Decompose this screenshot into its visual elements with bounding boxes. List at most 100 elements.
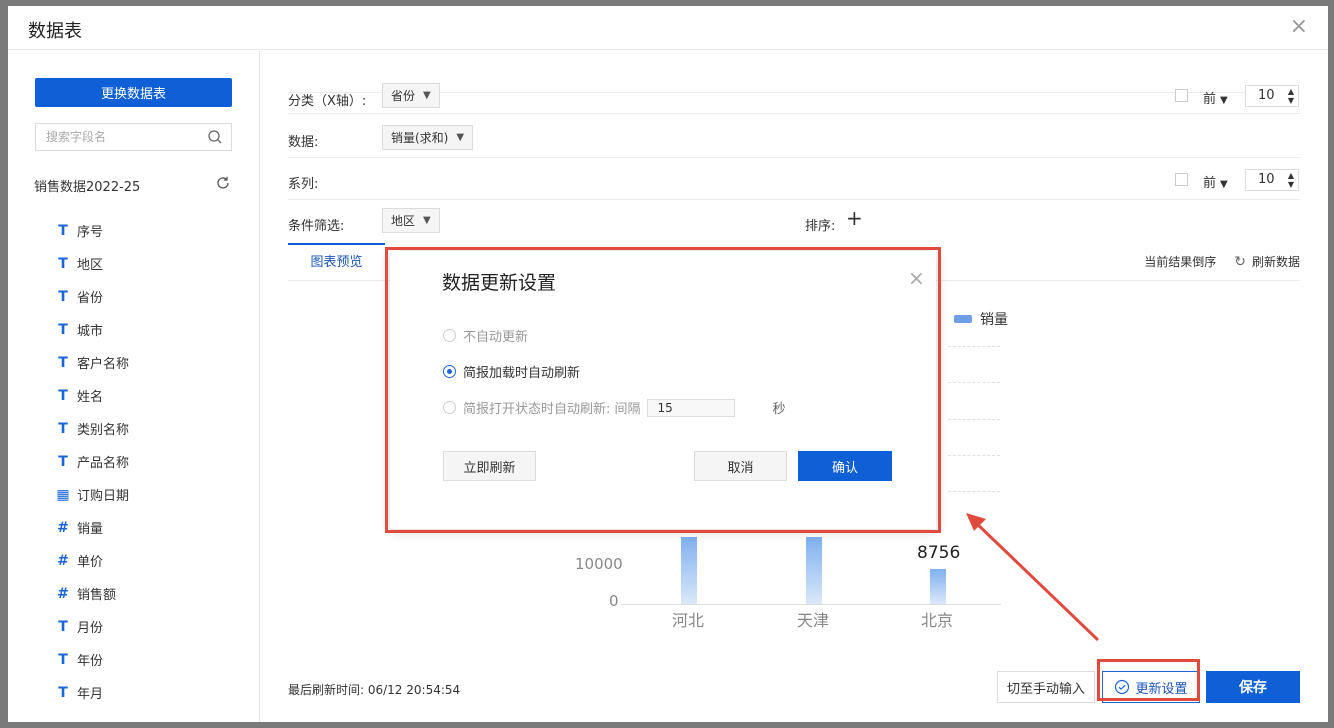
y-tick-label: 10000 — [575, 555, 623, 573]
x-tick-label: 天津 — [797, 611, 830, 630]
field-label: 年月 — [77, 687, 104, 702]
x-tick-label: 河北 — [672, 611, 705, 630]
data-label: 数据: — [288, 135, 319, 150]
stepper-arrows-icon[interactable]: ▲ ▼ — [1288, 171, 1294, 189]
text-field-icon: T — [58, 651, 68, 668]
search-input[interactable] — [36, 124, 196, 150]
tab-chart-preview[interactable]: 图表预览 — [288, 243, 385, 281]
field-item[interactable]: T 城市 — [56, 313, 246, 346]
text-field-icon: T — [58, 618, 68, 635]
series-label: 系列: — [288, 177, 319, 192]
chevron-down-icon: ▼ — [423, 215, 431, 226]
field-label: 月份 — [77, 621, 104, 636]
category-value: 省份 — [391, 89, 416, 103]
field-item[interactable]: T 月份 — [56, 610, 246, 643]
bar-data-label: 8756 — [917, 543, 961, 563]
change-table-button[interactable]: 更换数据表 — [35, 78, 232, 107]
field-label: 城市 — [77, 324, 104, 339]
data-dropdown[interactable]: 销量(求和) ▼ — [382, 125, 474, 150]
field-item[interactable]: ▦ 订购日期 — [56, 478, 246, 511]
chart-legend: 销量 — [954, 309, 1008, 329]
legend-label: 销量 — [980, 312, 1008, 328]
chevron-down-icon: ▼ — [423, 90, 431, 101]
x-tick-label: 北京 — [921, 611, 954, 630]
refresh-icon[interactable] — [215, 175, 231, 191]
stepper-arrows-icon[interactable]: ▲ ▼ — [1288, 87, 1294, 105]
close-icon[interactable]: × — [1290, 16, 1308, 38]
data-value: 销量(求和) — [391, 131, 449, 145]
field-item[interactable]: T 客户名称 — [56, 346, 246, 379]
chevron-down-icon: ▼ — [456, 132, 465, 143]
series-top-n-stepper[interactable]: 10 ▲ ▼ — [1245, 169, 1299, 191]
divider — [288, 157, 1300, 158]
category-row: 分类（X轴）: 省份 ▼ 前 ▼ 10 ▲ ▼ — [288, 51, 1300, 109]
category-dropdown[interactable]: 省份 ▼ — [382, 83, 440, 108]
add-sort-icon[interactable]: + — [846, 206, 863, 230]
field-label: 产品名称 — [77, 456, 130, 471]
bar-tianjin — [806, 537, 822, 604]
field-label: 省份 — [77, 291, 104, 306]
refresh-icon[interactable]: ↻ — [1234, 254, 1246, 270]
field-label: 年份 — [77, 654, 104, 669]
divider — [288, 113, 1300, 114]
chevron-down-icon: ▼ — [1220, 179, 1228, 190]
legend-swatch — [954, 315, 972, 323]
text-field-icon: T — [58, 684, 68, 701]
field-item[interactable]: T 省份 — [56, 280, 246, 313]
field-item[interactable]: T 类别名称 — [56, 412, 246, 445]
top-n-dropdown[interactable]: 前 ▼ — [1203, 88, 1228, 107]
number-field-icon: # — [57, 519, 69, 536]
field-label: 类别名称 — [77, 423, 130, 438]
filter-value: 地区 — [391, 214, 416, 228]
field-item[interactable]: # 单价 — [56, 544, 246, 577]
calendar-icon: ▦ — [56, 486, 70, 503]
filter-dropdown[interactable]: 地区 ▼ — [382, 208, 440, 233]
field-item[interactable]: T 姓名 — [56, 379, 246, 412]
dialog-title: 数据表 — [28, 21, 82, 42]
divider — [288, 199, 1300, 200]
top-n-stepper[interactable]: 10 ▲ ▼ — [1245, 85, 1299, 107]
field-item[interactable]: # 销量 — [56, 511, 246, 544]
dialog-header: 数据表 × — [8, 6, 1328, 50]
manual-input-button[interactable]: 切至手动输入 — [997, 671, 1095, 703]
gridline — [948, 382, 1000, 383]
search-icon[interactable] — [207, 129, 223, 145]
reverse-order-link[interactable]: 当前结果倒序 — [1144, 253, 1216, 270]
preview-actions: 当前结果倒序 ↻ 刷新数据 — [1130, 253, 1300, 270]
text-field-icon: T — [58, 387, 68, 404]
save-button[interactable]: 保存 — [1206, 671, 1300, 703]
text-field-icon: T — [58, 288, 68, 305]
field-panel: 更换数据表 销售数据2022-25 T序号T地区T省份T城市T客户名称T姓名T类… — [8, 51, 260, 722]
field-label: 序号 — [77, 225, 104, 240]
filter-label: 条件筛选: — [288, 219, 345, 234]
refresh-data-link[interactable]: 刷新数据 — [1252, 253, 1300, 270]
field-item[interactable]: T 地区 — [56, 247, 246, 280]
chevron-down-icon: ▼ — [1220, 95, 1228, 106]
field-label: 销售额 — [77, 588, 117, 603]
field-item[interactable]: # 销售额 — [56, 577, 246, 610]
top-n-checkbox[interactable] — [1175, 89, 1188, 102]
sort-label: 排序: — [805, 219, 836, 234]
series-top-n-checkbox[interactable] — [1175, 173, 1188, 186]
number-field-icon: # — [57, 585, 69, 602]
highlight-box-update-button — [1097, 659, 1200, 701]
text-field-icon: T — [58, 222, 68, 239]
text-field-icon: T — [58, 255, 68, 272]
text-field-icon: T — [58, 453, 68, 470]
field-item[interactable]: T 年月 — [56, 676, 246, 709]
field-item[interactable]: T 产品名称 — [56, 445, 246, 478]
field-item[interactable]: T 年份 — [56, 643, 246, 676]
highlight-box-modal — [385, 247, 941, 533]
field-item[interactable]: T 序号 — [56, 214, 246, 247]
field-list: T 序号 T 地区 T 省份 T 城市 T 客户名称 T 姓名 T 类别名称 T 产品名称 ▦ 订购日期 # 销量 # 单… — [56, 214, 246, 709]
field-label: 地区 — [77, 258, 104, 273]
gridline — [948, 419, 1000, 420]
bar-hebei — [681, 537, 697, 604]
text-field-icon: T — [58, 354, 68, 371]
text-field-icon: T — [58, 321, 68, 338]
last-refresh-time: 最后刷新时间: 06/12 20:54:54 — [288, 683, 461, 697]
field-search[interactable] — [35, 123, 232, 151]
x-axis-line — [621, 604, 1001, 605]
series-top-n-dropdown[interactable]: 前 ▼ — [1203, 172, 1228, 191]
bar-beijing — [930, 569, 946, 604]
